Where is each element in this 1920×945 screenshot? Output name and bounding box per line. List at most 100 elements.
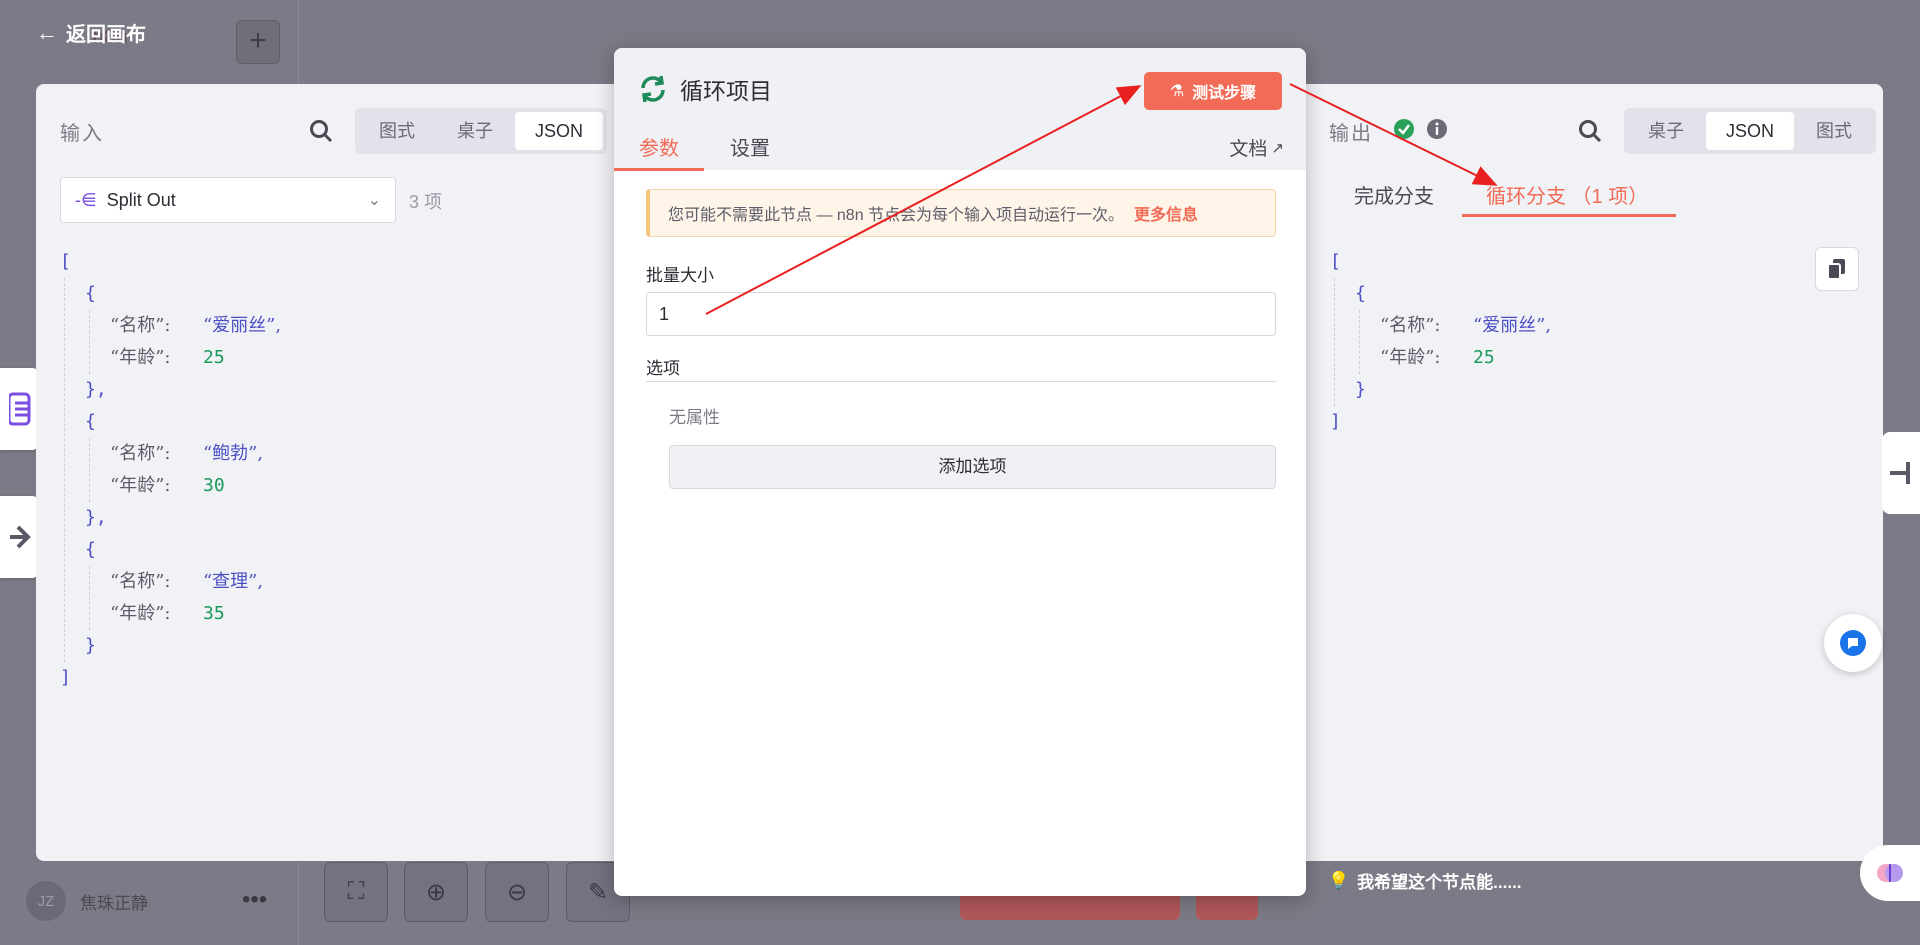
batch-size-label: 批量大小: [646, 266, 714, 285]
notice-text: 您可能不需要此节点 — n8n 节点会为每个输入项自动运行一次。: [668, 207, 1125, 224]
json-bracket: ]: [60, 667, 71, 688]
json-value: “爱丽丝”,: [1472, 315, 1552, 336]
json-row: “名称”: “查理”,: [110, 566, 281, 598]
info-notice: 您可能不需要此节点 — n8n 节点会为每个输入项自动运行一次。 更多信息: [646, 189, 1276, 237]
no-properties-text: 无属性: [669, 408, 720, 427]
json-key: “名称”:: [110, 315, 171, 336]
input-side-tab[interactable]: [0, 368, 40, 450]
search-icon[interactable]: [308, 118, 334, 144]
node-title-text: 循环项目: [680, 78, 772, 104]
input-node-select[interactable]: -⋹ Split Out ⌄: [60, 177, 396, 223]
fit-view-icon[interactable]: ⛶: [324, 862, 388, 922]
json-key: “名称”:: [110, 443, 171, 464]
loop-icon: [641, 75, 665, 103]
json-brace: }: [85, 635, 96, 656]
output-view-table[interactable]: 桌子: [1628, 112, 1704, 150]
docs-label: 文档: [1229, 139, 1268, 160]
previous-node-tab[interactable]: [0, 496, 40, 578]
options-label: 选项: [646, 359, 680, 378]
options-divider: [646, 381, 1276, 382]
tab-done-branch[interactable]: 完成分支: [1354, 180, 1434, 209]
node-title: 循环项目: [638, 72, 772, 106]
active-branch-underline: [1462, 214, 1676, 217]
avatar: JZ: [26, 881, 66, 921]
json-brace: {: [85, 283, 96, 304]
success-check-icon: [1394, 119, 1414, 139]
split-icon: [1890, 462, 1910, 484]
json-row: “年龄”: 25: [110, 342, 281, 374]
node-feedback-link[interactable]: 💡 我希望这个节点能......: [1328, 868, 1522, 893]
docs-link[interactable]: 文档 ↗: [1229, 134, 1284, 161]
flask-icon: ⚗: [1169, 83, 1185, 100]
output-view-schema[interactable]: 图式: [1796, 112, 1872, 150]
input-view-json[interactable]: JSON: [515, 112, 604, 150]
json-brace: {: [1355, 283, 1366, 304]
json-value: 25: [202, 347, 225, 368]
json-value: 25: [1472, 347, 1495, 368]
json-row: “年龄”: 25: [1380, 342, 1551, 374]
json-brace: },: [85, 379, 107, 400]
json-row: “名称”: “爱丽丝”,: [1380, 310, 1551, 342]
batch-size-input[interactable]: 1: [646, 292, 1276, 336]
add-option-button[interactable]: 添加选项: [669, 445, 1276, 489]
json-row: “名称”: “鲍勃”,: [110, 438, 281, 470]
json-bracket: [: [1330, 251, 1341, 272]
input-view-table[interactable]: 桌子: [437, 112, 513, 150]
output-view-json[interactable]: JSON: [1706, 112, 1795, 150]
tab-parameters[interactable]: 参数: [639, 132, 679, 161]
more-info-link[interactable]: 更多信息: [1134, 201, 1198, 225]
output-json-view: [ { “名称”: “爱丽丝”, “年龄”: 25 } ]: [1330, 246, 1551, 438]
tab-loop-branch[interactable]: 循环分支 （1 项）: [1486, 180, 1648, 209]
lightbulb-icon: 💡: [1328, 870, 1350, 890]
json-key: “年龄”:: [110, 475, 171, 496]
json-value: 30: [202, 475, 225, 496]
arrow-right-icon: [10, 525, 31, 549]
brain-icon: [1877, 864, 1903, 882]
json-bracket: [: [60, 251, 71, 272]
info-icon[interactable]: [1426, 118, 1448, 140]
add-workflow-button[interactable]: +: [236, 20, 280, 64]
json-brace: {: [85, 539, 96, 560]
search-icon[interactable]: [1577, 118, 1603, 144]
user-menu-icon[interactable]: •••: [242, 886, 267, 914]
json-key: “名称”:: [110, 571, 171, 592]
user-profile[interactable]: JZ 焦珠正静: [26, 881, 148, 921]
input-view-schema[interactable]: 图式: [359, 112, 435, 150]
node-parameters-panel: 循环项目 ⚗ 测试步骤 参数 设置 文档 ↗ 您可能不需要此节点 — n8n 节…: [614, 48, 1306, 896]
next-node-tab[interactable]: [1882, 432, 1920, 514]
json-row: “年龄”: 30: [110, 470, 281, 502]
json-brace: },: [85, 507, 107, 528]
list-icon: [9, 392, 31, 426]
ai-assistant-button[interactable]: [1860, 845, 1920, 901]
input-pane-title: 输入: [60, 123, 104, 145]
output-view-switcher: 桌子 JSON 图式: [1624, 108, 1877, 154]
feedback-text: 我希望这个节点能......: [1357, 873, 1522, 892]
zoom-out-icon[interactable]: ⊖: [485, 862, 549, 922]
back-to-canvas-link[interactable]: ← 返回画布: [36, 18, 146, 47]
zoom-in-icon[interactable]: ⊕: [404, 862, 468, 922]
external-link-icon: ↗: [1271, 139, 1284, 157]
copy-output-button[interactable]: [1815, 247, 1859, 291]
json-row: “名称”: “爱丽丝”,: [110, 310, 281, 342]
json-value: “查理”,: [202, 571, 264, 592]
active-tab-underline: [614, 168, 704, 171]
json-key: “年龄”:: [110, 347, 171, 368]
arrow-left-icon: ←: [36, 19, 58, 45]
json-value: 35: [202, 603, 225, 624]
chevron-down-icon: ⌄: [367, 192, 381, 209]
input-items-count: 3 项: [409, 192, 443, 212]
test-step-button[interactable]: ⚗ 测试步骤: [1144, 72, 1282, 110]
json-key: “名称”:: [1380, 315, 1441, 336]
copy-icon: [1827, 259, 1845, 280]
json-bracket: ]: [1330, 411, 1341, 432]
chat-support-button[interactable]: [1824, 614, 1882, 672]
json-row: “年龄”: 35: [110, 598, 281, 630]
json-value: “鲍勃”,: [202, 443, 264, 464]
json-key: “年龄”:: [1380, 347, 1441, 368]
json-brace: }: [1355, 379, 1366, 400]
json-brace: {: [85, 411, 96, 432]
tab-settings[interactable]: 设置: [730, 132, 770, 161]
input-node-value: Split Out: [106, 189, 176, 210]
input-view-switcher: 图式 桌子 JSON: [355, 108, 608, 154]
user-name: 焦珠正静: [80, 893, 148, 913]
